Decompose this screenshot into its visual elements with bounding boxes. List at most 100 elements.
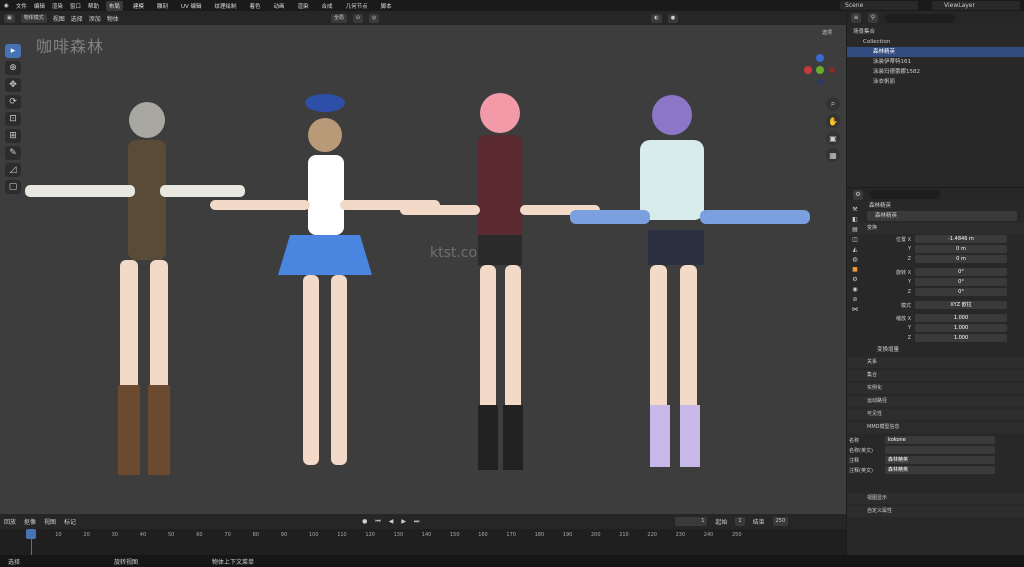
- rotation-mode-dropdown[interactable]: XYZ 欧拉: [915, 301, 1007, 309]
- camera-icon[interactable]: ▣: [826, 131, 840, 145]
- editor-type-icon[interactable]: ⚙: [853, 189, 863, 200]
- blender-logo-icon[interactable]: ◉: [4, 3, 9, 9]
- view-menu[interactable]: 视图: [44, 517, 56, 526]
- mode-dropdown[interactable]: 物体模式: [20, 13, 47, 23]
- custom-properties-panel[interactable]: 自定义属性: [847, 506, 1024, 517]
- output-tab-icon[interactable]: ▤: [852, 226, 858, 233]
- outliner-item-3[interactable]: 泳装玛德蕾娜1582: [853, 67, 1024, 77]
- collection-row[interactable]: Collection: [853, 37, 1024, 47]
- play-reverse-icon[interactable]: ◀: [389, 518, 394, 525]
- collections-panel[interactable]: 集合: [847, 370, 1024, 381]
- tab-scripting[interactable]: 脚本: [378, 1, 395, 11]
- outliner-search-input[interactable]: [885, 13, 955, 23]
- playhead[interactable]: [26, 529, 36, 539]
- current-frame-field[interactable]: 1: [675, 517, 708, 526]
- scene-collection-row[interactable]: 场景集合: [853, 27, 1024, 37]
- add-cube-icon[interactable]: ▢: [5, 180, 21, 194]
- outliner-type-icon[interactable]: ≡: [851, 13, 861, 23]
- snap-icon[interactable]: ⊙: [352, 13, 364, 23]
- perspective-grid-icon[interactable]: ▦: [826, 148, 840, 162]
- properties-search-input[interactable]: [870, 190, 940, 199]
- mmd-comment-en-field[interactable]: 森林精英: [885, 466, 995, 474]
- transform-orientation-dropdown[interactable]: 全局: [330, 13, 347, 23]
- outliner-item-4[interactable]: 泳衣帆丽: [853, 77, 1024, 87]
- annotate-tool-icon[interactable]: ✎: [5, 146, 21, 160]
- shading-solid-icon[interactable]: ●: [667, 13, 679, 23]
- scale-x-field[interactable]: 1.000: [915, 314, 1007, 322]
- world-tab-icon[interactable]: ◍: [852, 256, 857, 263]
- menu-help[interactable]: 帮助: [88, 2, 99, 10]
- view-layer-selector[interactable]: ViewLayer: [932, 1, 1020, 10]
- location-z-field[interactable]: 0 m: [915, 255, 1007, 263]
- menu-view[interactable]: 视图: [53, 14, 65, 23]
- zoom-icon[interactable]: ⌕: [826, 97, 840, 111]
- mmd-name-en-field[interactable]: [885, 446, 995, 454]
- tab-modeling[interactable]: 建模: [130, 1, 147, 11]
- data-tab-icon[interactable]: ⋈: [852, 306, 858, 313]
- constraint-tab-icon[interactable]: ⊘: [852, 296, 857, 303]
- editor-type-button[interactable]: ▣: [4, 13, 15, 23]
- relations-panel[interactable]: 关系: [847, 357, 1024, 368]
- play-icon[interactable]: ▶: [401, 518, 406, 525]
- location-x-field[interactable]: -1.4846 m: [915, 235, 1007, 243]
- delta-transform-subpanel[interactable]: 变换增量: [847, 345, 1024, 355]
- rotation-y-field[interactable]: 0°: [915, 278, 1007, 286]
- menu-edit[interactable]: 编辑: [34, 2, 45, 10]
- visibility-panel[interactable]: 可见性: [847, 409, 1024, 420]
- mmd-model-info-panel[interactable]: MMD模型信息: [847, 422, 1024, 433]
- transform-panel-header[interactable]: 变换: [847, 223, 1024, 234]
- scale-tool-icon[interactable]: ⊡: [5, 112, 21, 126]
- cursor-tool-icon[interactable]: ⊕: [5, 61, 21, 75]
- marker-menu[interactable]: 标记: [64, 517, 76, 526]
- end-frame-field[interactable]: 250: [772, 517, 789, 526]
- object-tab-icon[interactable]: ■: [852, 266, 858, 273]
- playback-menu[interactable]: 回放: [4, 517, 16, 526]
- tab-shading[interactable]: 着色: [247, 1, 264, 11]
- jump-start-icon[interactable]: ⏮: [375, 518, 380, 526]
- motion-paths-panel[interactable]: 运动路径: [847, 396, 1024, 407]
- menu-add[interactable]: 添加: [89, 14, 101, 23]
- mmd-comment-field[interactable]: 森林精英: [885, 456, 995, 464]
- select-cursor-icon[interactable]: ▸: [5, 44, 21, 58]
- rotation-z-field[interactable]: 0°: [915, 288, 1007, 296]
- frame-ruler[interactable]: 1102030405060708090100110120130140150160…: [0, 531, 846, 541]
- 3d-viewport[interactable]: 咖啡森林 ktst.com 选项 ⌕ ✋ ▣ ▦: [0, 25, 846, 514]
- timeline-area[interactable]: 1102030405060708090100110120130140150160…: [0, 529, 846, 555]
- start-frame-field[interactable]: 1: [735, 517, 745, 526]
- rotate-tool-icon[interactable]: ⟳: [5, 95, 21, 109]
- menu-render[interactable]: 渲染: [52, 2, 63, 10]
- navigation-gizmo[interactable]: [800, 50, 840, 90]
- viewport-display-panel[interactable]: 视图显示: [847, 493, 1024, 504]
- menu-file[interactable]: 文件: [16, 2, 27, 10]
- render-tab-icon[interactable]: ◧: [852, 216, 858, 223]
- object-name-field[interactable]: 森林精英: [867, 211, 1017, 221]
- keying-menu[interactable]: 抠像: [24, 517, 36, 526]
- modifier-tab-icon[interactable]: ⚙: [852, 276, 857, 283]
- tool-tab-icon[interactable]: ⚒: [852, 206, 857, 213]
- menu-window[interactable]: 窗口: [70, 2, 81, 10]
- move-tool-icon[interactable]: ✥: [5, 78, 21, 92]
- mmd-name-field[interactable]: kokone: [885, 436, 995, 444]
- filter-icon[interactable]: ⚲: [868, 13, 878, 23]
- view-layer-tab-icon[interactable]: ◫: [852, 236, 858, 243]
- tab-rendering[interactable]: 渲染: [295, 1, 312, 11]
- scene-selector[interactable]: Scene: [840, 1, 918, 10]
- tab-sculpting[interactable]: 雕刻: [154, 1, 171, 11]
- record-icon[interactable]: ●: [362, 518, 367, 525]
- physics-tab-icon[interactable]: ◉: [852, 286, 857, 293]
- outliner-item-1[interactable]: 森林精英: [847, 47, 1024, 57]
- tab-uv-editing[interactable]: UV 编辑: [178, 1, 205, 11]
- proportional-edit-icon[interactable]: ◎: [369, 13, 380, 23]
- instancing-panel[interactable]: 实例化: [847, 383, 1024, 394]
- tab-geometry-nodes[interactable]: 几何节点: [343, 1, 371, 11]
- pan-hand-icon[interactable]: ✋: [826, 114, 840, 128]
- tab-layout[interactable]: 布局: [105, 0, 123, 11]
- transform-tool-icon[interactable]: ⊞: [5, 129, 21, 143]
- jump-end-icon[interactable]: ⏭: [414, 518, 419, 526]
- tab-texture-paint[interactable]: 纹理绘制: [211, 1, 239, 11]
- tab-compositing[interactable]: 合成: [319, 1, 336, 11]
- outliner-item-2[interactable]: 泳装伊蒂特161: [853, 57, 1024, 67]
- tab-animation[interactable]: 动画: [271, 1, 288, 11]
- scale-y-field[interactable]: 1.000: [915, 324, 1007, 332]
- menu-object[interactable]: 物体: [107, 14, 119, 23]
